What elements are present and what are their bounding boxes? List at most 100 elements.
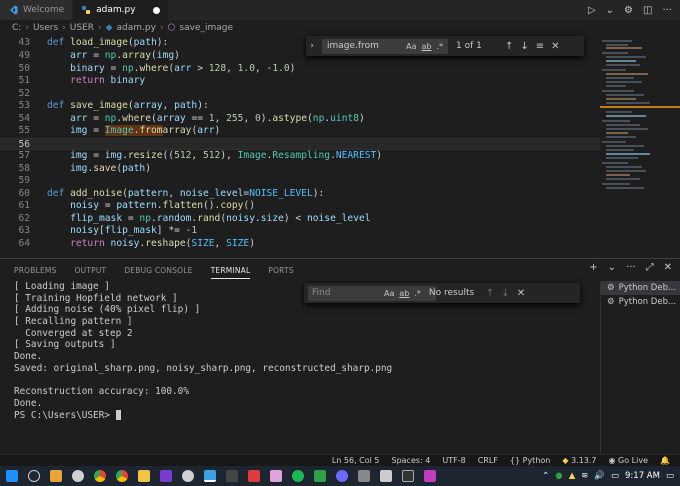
run-icon[interactable]: ▷ (588, 5, 596, 16)
spotify-icon[interactable] (292, 470, 304, 482)
encoding[interactable]: UTF-8 (442, 456, 465, 465)
app-icon[interactable] (248, 470, 260, 482)
match-whole-word-icon[interactable]: ab (421, 42, 431, 51)
terminal-list-item[interactable]: ⚙ Python Deb... (601, 281, 680, 295)
app-icon[interactable] (314, 470, 326, 482)
app-icon[interactable] (380, 470, 392, 482)
close-icon[interactable]: ✕ (517, 288, 525, 299)
code-line[interactable]: 55 img = Image.fromarray(arr) (0, 125, 600, 137)
next-match-icon[interactable]: ↓ (520, 41, 528, 52)
tab-output[interactable]: OUTPUT (75, 266, 107, 275)
tab-problems[interactable]: PROBLEMS (14, 266, 57, 275)
next-match-icon[interactable]: ↓ (501, 288, 509, 299)
terminal-prompt-line[interactable]: PS C:\Users\USER> (14, 410, 594, 422)
chevron-down-icon[interactable]: ⌄ (606, 5, 614, 16)
chatgpt-icon[interactable] (72, 470, 84, 482)
breadcrumb-item[interactable]: USER (70, 23, 94, 33)
code-line[interactable]: 57 img = img.resize((512, 512), Image.Re… (0, 150, 600, 162)
code-line[interactable]: 50 binary = np.where(arr > 128, 1.0, -1.… (0, 63, 600, 75)
code-line[interactable]: 61 noisy = pattern.flatten().copy() (0, 200, 600, 212)
function-symbol-icon: ⬡ (167, 23, 176, 33)
app-icon[interactable] (182, 470, 194, 482)
more-actions-icon[interactable]: ··· (626, 262, 636, 273)
terminal-list-item[interactable]: ⚙ Python Deb... (601, 295, 680, 309)
terminal-line: [ Saving outputs ] (14, 339, 116, 351)
battery-icon[interactable]: ▭ (611, 471, 619, 481)
windows-start-icon[interactable] (6, 470, 18, 482)
minimap[interactable] (600, 36, 680, 258)
code-line[interactable]: 52 (0, 88, 600, 100)
code-line[interactable]: 63 noisy[flip_mask] *= -1 (0, 225, 600, 237)
language-mode[interactable]: {} Python (510, 456, 550, 465)
terminal-output[interactable]: [ Loading image ] [ Training Hopfield ne… (14, 281, 594, 451)
app-icon[interactable] (226, 470, 238, 482)
vscode-icon[interactable] (204, 470, 216, 482)
tab-terminal[interactable]: TERMINAL (210, 266, 251, 279)
indentation[interactable]: Spaces: 4 (391, 456, 430, 465)
close-icon[interactable]: ✕ (664, 262, 672, 273)
previous-match-icon[interactable]: ↑ (505, 41, 513, 52)
code-line[interactable]: 58 img.save(path) (0, 163, 600, 175)
tab-ports[interactable]: PORTS (268, 266, 293, 275)
regex-icon[interactable]: .* (436, 42, 443, 51)
code-line[interactable]: 59 (0, 175, 600, 187)
folder-icon[interactable] (138, 470, 150, 482)
clock[interactable]: 9:17 AM (625, 471, 660, 481)
tray-app-icon[interactable]: ● (555, 471, 562, 481)
previous-match-icon[interactable]: ↑ (486, 288, 494, 299)
tray-chevron-up-icon[interactable]: ⌃ (542, 471, 549, 481)
settings-gear-icon[interactable]: ⚙ (624, 5, 633, 16)
code-line[interactable]: 64 return noisy.reshape(SIZE, SIZE) (0, 238, 600, 250)
code-line[interactable]: 54 arr = np.where(array == 1, 255, 0).as… (0, 113, 600, 125)
code-line-current[interactable]: 56 (0, 137, 600, 150)
more-actions-icon[interactable]: ··· (662, 5, 672, 16)
code-line[interactable]: 60 def add_noise(pattern, noise_level=NOI… (0, 188, 600, 200)
find-input[interactable]: image.from Aa ab .* (322, 38, 448, 54)
volume-icon[interactable]: 🔊 (594, 471, 605, 481)
code-line[interactable]: 51 return binary (0, 75, 600, 87)
app-icon[interactable] (402, 470, 414, 482)
breadcrumb-item[interactable]: C: (12, 23, 21, 33)
tab-welcome[interactable]: Welcome (0, 0, 74, 20)
terminal-line: Saved: original_sharp.png, noisy_sharp.p… (14, 362, 393, 374)
search-icon[interactable] (28, 470, 40, 482)
tray-app-icon[interactable]: ▲ (569, 471, 576, 481)
code-editor[interactable]: 43 def load_image(path): 49 arr = np.arra… (0, 36, 600, 258)
app-icon[interactable] (424, 470, 436, 482)
regex-icon[interactable]: .* (414, 289, 421, 298)
cursor-position[interactable]: Ln 56, Col 5 (332, 456, 380, 465)
app-icon[interactable] (336, 470, 348, 482)
new-terminal-icon[interactable]: + (589, 262, 597, 273)
media-player-icon[interactable] (160, 470, 172, 482)
go-live-button[interactable]: ◉ Go Live (609, 456, 649, 465)
notifications-bell-icon[interactable]: 🔔 (660, 456, 670, 465)
code-line[interactable]: 53 def save_image(array, path): (0, 100, 600, 112)
broadcast-icon: ◉ (608, 456, 616, 465)
close-icon[interactable]: ✕ (551, 41, 559, 52)
chrome-icon[interactable] (116, 470, 128, 482)
find-in-selection-icon[interactable]: ≡ (536, 41, 544, 52)
terminal-find-widget: Find Aa ab .* No results ↑ ↓ ✕ (304, 283, 580, 303)
match-case-icon[interactable]: Aa (384, 289, 394, 298)
unsaved-dot-icon[interactable] (152, 6, 160, 14)
code-line[interactable]: 62 flip_mask = np.random.rand(noisy.size… (0, 213, 600, 225)
notifications-icon[interactable]: ▭ (666, 471, 674, 481)
maximize-panel-icon[interactable]: ⤢ (646, 262, 654, 273)
breadcrumb-item[interactable]: Users (33, 23, 58, 33)
app-icon[interactable] (270, 470, 282, 482)
breadcrumb-item[interactable]: adam.py (117, 23, 156, 33)
tab-adam-py[interactable]: adam.py (73, 0, 169, 20)
chrome-icon[interactable] (94, 470, 106, 482)
python-version[interactable]: ◆ 3.13.7 (562, 456, 596, 465)
chevron-down-icon[interactable]: ⌄ (608, 262, 616, 273)
breadcrumb-item[interactable]: save_image (179, 23, 233, 33)
tab-debug-console[interactable]: DEBUG CONSOLE (124, 266, 192, 275)
split-editor-icon[interactable]: ◫ (643, 5, 652, 16)
end-of-line[interactable]: CRLF (478, 456, 498, 465)
app-icon[interactable] (50, 470, 62, 482)
app-icon[interactable] (358, 470, 370, 482)
match-whole-word-icon[interactable]: ab (399, 289, 409, 298)
wifi-icon[interactable]: ≋ (581, 471, 588, 481)
match-case-icon[interactable]: Aa (406, 42, 416, 51)
toggle-replace-chevron-icon[interactable]: › (306, 41, 318, 51)
